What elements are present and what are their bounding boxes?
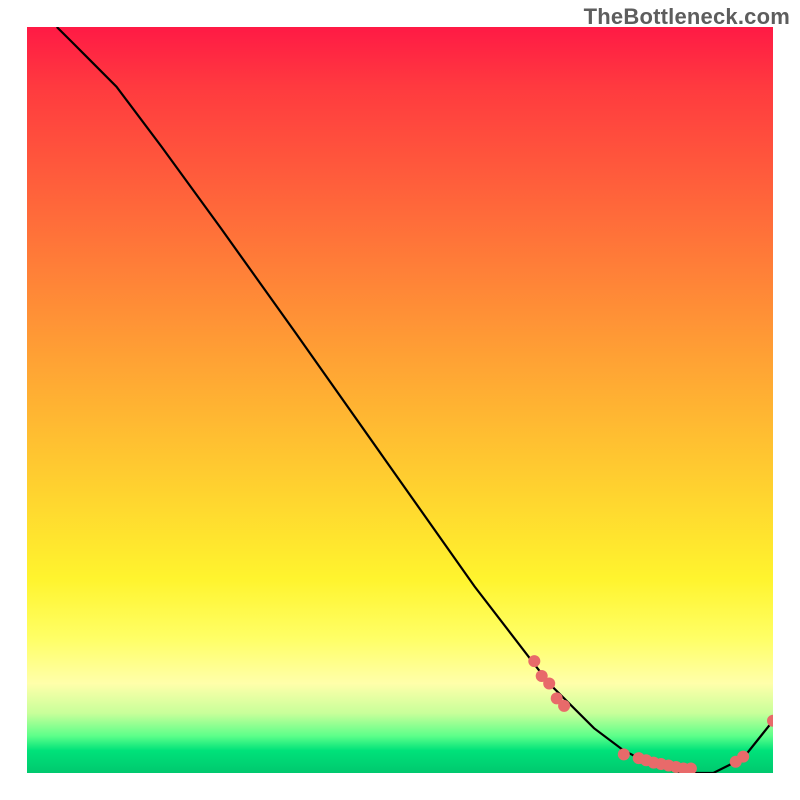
data-marker xyxy=(618,748,630,760)
curve-group xyxy=(57,27,773,773)
watermark-text: TheBottleneck.com xyxy=(584,4,790,30)
chart-container: TheBottleneck.com xyxy=(0,0,800,800)
data-marker xyxy=(558,700,570,712)
data-marker xyxy=(737,751,749,763)
data-marker xyxy=(528,655,540,667)
data-marker xyxy=(543,678,555,690)
marker-group xyxy=(528,655,773,773)
chart-svg xyxy=(27,27,773,773)
data-marker xyxy=(767,715,773,727)
bottleneck-line xyxy=(57,27,773,773)
